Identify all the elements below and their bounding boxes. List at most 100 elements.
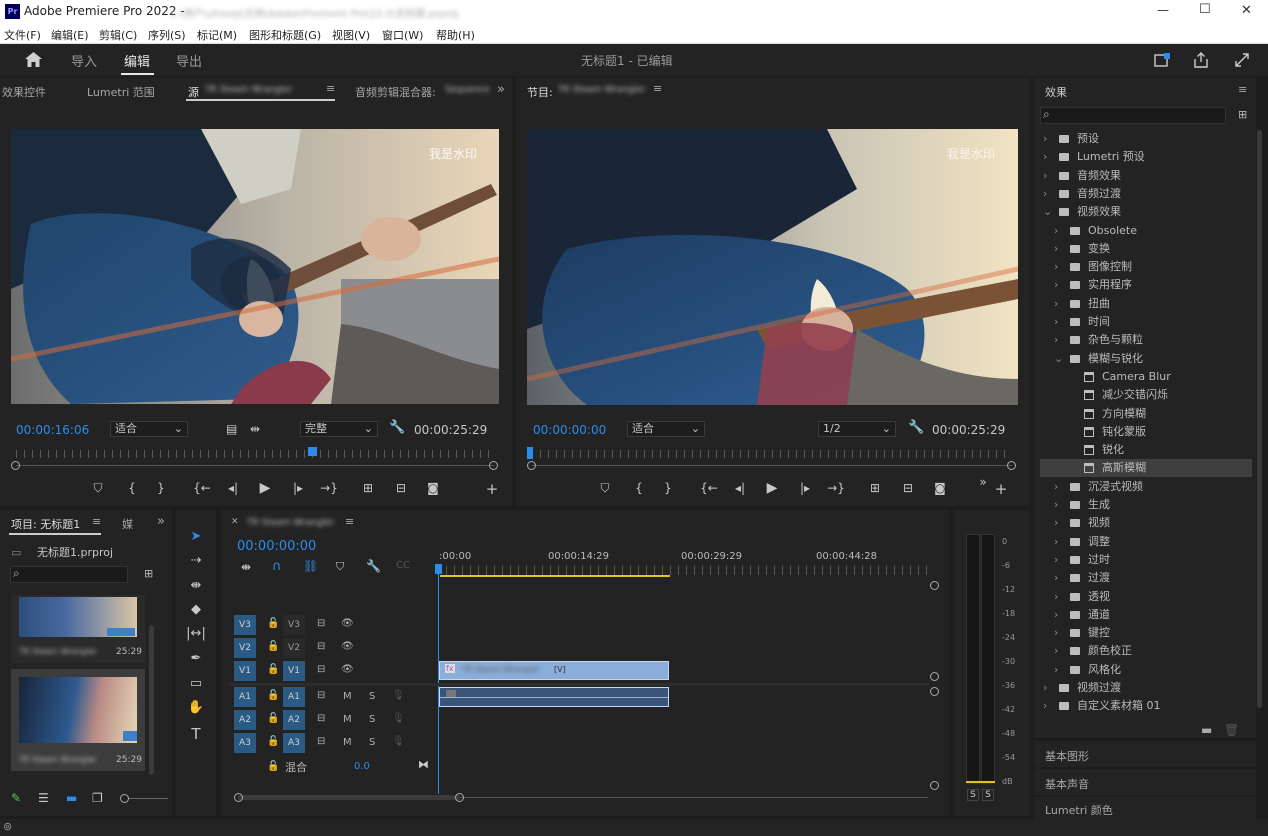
freeform-view-icon[interactable]: ❐	[92, 791, 103, 805]
chevron-right-icon[interactable]: ›	[1054, 295, 1058, 313]
program-mark-out-icon[interactable]: }	[657, 481, 679, 495]
chevron-right-icon[interactable]: ›	[1054, 551, 1058, 569]
source-settings-icon[interactable]: ▤	[226, 422, 237, 436]
chevron-right-icon[interactable]: ›	[1043, 130, 1047, 148]
program-timecode[interactable]: 00:00:00:00	[533, 423, 606, 437]
program-extract-icon[interactable]: ⊟	[897, 481, 919, 495]
share-icon[interactable]	[1193, 52, 1209, 68]
essential-sound-panel[interactable]: 基本声音	[1034, 769, 1256, 795]
snap-icon[interactable]: ∩	[272, 559, 282, 574]
rectangle-tool-icon[interactable]: ▭	[184, 674, 208, 694]
track-lock-icon[interactable]: 🔓	[267, 713, 279, 724]
effects-tree-item[interactable]: › 过渡	[1040, 569, 1252, 587]
effects-tree-item[interactable]: › 预设	[1040, 130, 1252, 148]
program-zoom-bar[interactable]	[532, 465, 1012, 466]
timeline-close-icon[interactable]: ✕	[231, 517, 239, 527]
home-icon[interactable]	[25, 52, 42, 67]
slip-tool-icon[interactable]: |↔|	[184, 624, 208, 644]
new-bin-icon[interactable]: ⊞	[1238, 108, 1247, 121]
effects-tree-item[interactable]: › 透视	[1040, 588, 1252, 606]
source-step-back-icon[interactable]: ◂|	[222, 481, 244, 495]
creative-cloud-icon[interactable]: ⊚	[3, 820, 12, 833]
source-zoom-bar[interactable]	[16, 465, 494, 466]
chevron-right-icon[interactable]: ›	[1054, 569, 1058, 587]
chevron-right-icon[interactable]: ›	[1043, 167, 1047, 185]
chevron-right-icon[interactable]: ›	[1054, 496, 1058, 514]
source-mark-out-icon[interactable]: }	[150, 481, 172, 495]
effects-tree-item[interactable]: › 实用程序	[1040, 276, 1252, 294]
quick-export-icon[interactable]	[1154, 53, 1170, 67]
effects-tree-item[interactable]: ⌄ 视频效果	[1040, 203, 1252, 221]
effects-tree-item[interactable]: › Obsolete	[1040, 222, 1252, 240]
effects-new-folder-icon[interactable]: ▬	[1201, 723, 1212, 737]
tab-source[interactable]: 源	[188, 84, 199, 100]
type-tool-icon[interactable]: T	[184, 724, 208, 744]
track-lock-icon[interactable]: 🔓	[267, 664, 279, 675]
v-scroll-handle-mid[interactable]	[930, 672, 939, 681]
program-step-back-icon[interactable]: ◂|	[729, 481, 751, 495]
effects-tree-item[interactable]: › 扭曲	[1040, 295, 1252, 313]
program-camera-icon[interactable]: ◙	[929, 481, 951, 495]
track-select-tool-icon[interactable]: ⇢	[184, 551, 208, 571]
mix-goto-end-icon[interactable]: ⧓	[418, 758, 429, 771]
source-insert-icon[interactable]: ⇹	[250, 422, 260, 436]
menu-edit[interactable]: 编辑(E)	[51, 27, 89, 43]
program-goto-out-icon[interactable]: →}	[825, 481, 847, 495]
source-goto-out-icon[interactable]: →}	[318, 481, 340, 495]
chevron-right-icon[interactable]: ›	[1054, 258, 1058, 276]
track-target-v1[interactable]: V1	[283, 661, 305, 681]
program-tab-menu-icon[interactable]: ≡	[653, 82, 662, 95]
track-source-a1[interactable]: A1	[234, 687, 256, 707]
track-source-v2[interactable]: V2	[234, 638, 256, 658]
project-new-bin-icon[interactable]: ⊞	[144, 567, 153, 580]
timeline-tab-menu-icon[interactable]: ≡	[345, 515, 354, 528]
track-solo-button[interactable]: S	[369, 737, 375, 748]
essential-graphics-title[interactable]: 基本图形	[1045, 748, 1089, 764]
chevron-right-icon[interactable]: ›	[1054, 606, 1058, 624]
effects-scrollbar[interactable]	[1257, 130, 1262, 708]
effects-tree-item[interactable]: ⌄ 模糊与锐化	[1040, 350, 1252, 368]
audio-clip[interactable]	[439, 687, 669, 707]
effects-tree-item[interactable]: › 生成	[1040, 496, 1252, 514]
menu-marker[interactable]: 标记(M)	[197, 27, 237, 43]
solo-left-button[interactable]: S	[967, 789, 979, 801]
chevron-right-icon[interactable]: ›	[1054, 661, 1058, 679]
h-scroll-handle-left[interactable]	[234, 793, 243, 802]
track-record-icon[interactable]: 🎙	[392, 690, 405, 701]
track-sync-lock-icon[interactable]: ⊟	[317, 736, 325, 747]
track-source-v1[interactable]: V1	[234, 661, 256, 681]
track-sync-lock-icon[interactable]: ⊟	[317, 618, 325, 629]
chevron-right-icon[interactable]: ›	[1043, 148, 1047, 166]
tab-effect-controls[interactable]: 效果控件	[2, 84, 46, 100]
tab-audio-mixer[interactable]: 音频剪辑混合器:	[355, 84, 436, 100]
source-playhead[interactable]	[308, 447, 317, 456]
source-video-frame[interactable]: 我是水印	[11, 129, 499, 404]
effects-delete-icon[interactable]: 🗑	[1224, 723, 1239, 737]
program-play-icon[interactable]: ▶	[761, 480, 783, 496]
effects-tree-item[interactable]: › 过时	[1040, 551, 1252, 569]
track-sync-lock-icon[interactable]: ⊟	[317, 713, 325, 724]
lumetri-color-title[interactable]: Lumetri 颜色	[1045, 802, 1113, 818]
effects-tree-item[interactable]: › 音频效果	[1040, 167, 1252, 185]
effects-tree-item[interactable]: › 沉浸式视频	[1040, 478, 1252, 496]
program-zoom-select[interactable]: 适合 ⌄	[627, 421, 705, 437]
timeline-marker-icon[interactable]: ⛉	[336, 560, 344, 574]
maximize-button[interactable]: ☐	[1199, 2, 1211, 17]
chevron-right-icon[interactable]: ›	[1054, 240, 1058, 258]
project-scrollbar[interactable]	[149, 625, 154, 775]
track-source-a2[interactable]: A2	[234, 710, 256, 730]
hand-tool-icon[interactable]: ✋	[184, 698, 208, 718]
source-zoom-select[interactable]: 适合 ⌄	[110, 421, 188, 437]
effects-tree-item[interactable]: › 调整	[1040, 533, 1252, 551]
chevron-right-icon[interactable]: ›	[1043, 679, 1047, 697]
track-target-a3[interactable]: A3	[283, 733, 305, 753]
video-clip[interactable]: fx TR Steam Wrangler [V]	[439, 661, 669, 680]
tab-export[interactable]: 导出	[176, 51, 202, 70]
chevron-right-icon[interactable]: ›	[1054, 222, 1058, 240]
tab-edit[interactable]: 编辑	[124, 51, 150, 70]
project-item-2[interactable]: TR Steam Wrangler 25:29	[11, 669, 145, 771]
track-sync-lock-icon[interactable]: ⊟	[317, 690, 325, 701]
effects-tree-item[interactable]: › 杂色与颗粒	[1040, 331, 1252, 349]
chevron-down-icon[interactable]: ⌄	[1043, 203, 1052, 221]
effects-tree-item[interactable]: 减少交错闪烁	[1040, 386, 1252, 404]
